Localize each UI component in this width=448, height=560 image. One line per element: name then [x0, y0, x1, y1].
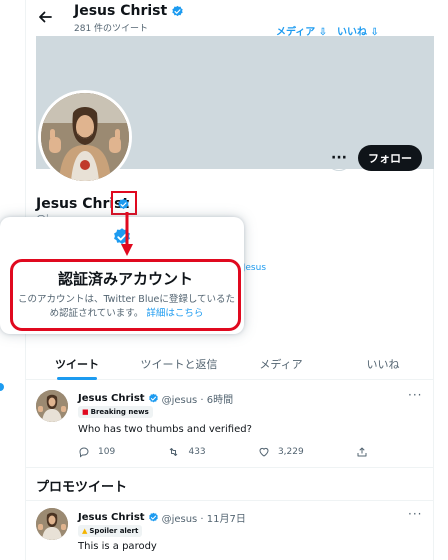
heart-icon [259, 447, 269, 457]
tweet-actions: 109 433 3,229 [78, 446, 368, 458]
tweet-meta: @jesus · 6時間 [161, 395, 234, 406]
header-name-text: Jesus Christ [74, 3, 168, 19]
sidebar-indicator [0, 383, 4, 391]
retweet-button[interactable]: 433 [167, 446, 206, 458]
more-icon[interactable]: ··· [408, 388, 422, 402]
tab-likes[interactable]: いいね [332, 348, 434, 379]
verified-badge-icon [148, 393, 158, 403]
avatar-image [36, 508, 68, 540]
share-icon [357, 447, 367, 457]
more-options-button[interactable]: ··· [326, 145, 352, 171]
tweet-text: This is a parody [78, 541, 157, 552]
tweet-author-name[interactable]: Jesus Christ [78, 393, 145, 404]
back-button[interactable] [35, 7, 55, 27]
share-button[interactable] [356, 446, 368, 458]
tweet-author-name[interactable]: Jesus Christ [78, 512, 145, 523]
tab-media[interactable]: メディア [230, 348, 332, 379]
tab-tweets-and-replies[interactable]: ツイートと返信 [128, 348, 230, 379]
verified-badge-icon [172, 5, 183, 16]
tweet-tag: ▲ Spoiler alert [78, 525, 143, 537]
tweet-count: 281 件のツイート [74, 24, 149, 34]
learn-more-link[interactable]: 詳細はこちら [146, 308, 203, 319]
tweet-avatar[interactable] [36, 390, 68, 422]
avatar-image [36, 390, 68, 422]
alert-icon: ■ [82, 408, 89, 416]
avatar-image [41, 93, 129, 181]
tweet-tag-label: Spoiler alert [89, 527, 139, 535]
tweet-header: Jesus Christ @jesus · 6時間 [78, 391, 233, 406]
tweet-avatar[interactable] [36, 508, 68, 540]
follow-button[interactable]: フォロー [358, 145, 422, 171]
profile-tabs: ツイート ツイートと返信 メディア いいね [26, 348, 434, 380]
popup-body: このアカウントは、Twitter Blueに登録しているため認証されています。 … [14, 293, 239, 321]
annotation-arrow [121, 212, 133, 256]
tweet-tag-label: Breaking news [90, 408, 149, 416]
warning-icon: ▲ [82, 527, 88, 535]
reply-icon [79, 447, 89, 458]
divider [26, 467, 434, 468]
retweet-count: 433 [188, 447, 206, 457]
arrow-left-icon [39, 11, 52, 23]
more-icon[interactable]: ··· [408, 507, 422, 521]
promoted-tweets-heading: プロモツイート [36, 480, 128, 495]
verified-badge-icon [148, 512, 158, 522]
tweet-header: Jesus Christ @jesus · 11月7日 [78, 510, 246, 525]
like-button[interactable]: 3,229 [258, 446, 304, 458]
reply-button[interactable]: 109 [78, 446, 115, 458]
divider [26, 500, 434, 501]
retweet-icon [170, 448, 178, 456]
tweet-meta: @jesus · 11月7日 [161, 514, 246, 525]
tab-tweets[interactable]: ツイート [26, 348, 128, 380]
profile-avatar[interactable] [38, 90, 132, 184]
like-count: 3,229 [277, 447, 304, 457]
tweet-tag: ■ Breaking news [78, 406, 153, 418]
popup-title: 認証済みアカウント [57, 270, 193, 288]
tweet-text: Who has two thumbs and verified? [78, 424, 252, 435]
header-name: Jesus Christ [74, 3, 184, 19]
reply-count: 109 [98, 447, 116, 457]
